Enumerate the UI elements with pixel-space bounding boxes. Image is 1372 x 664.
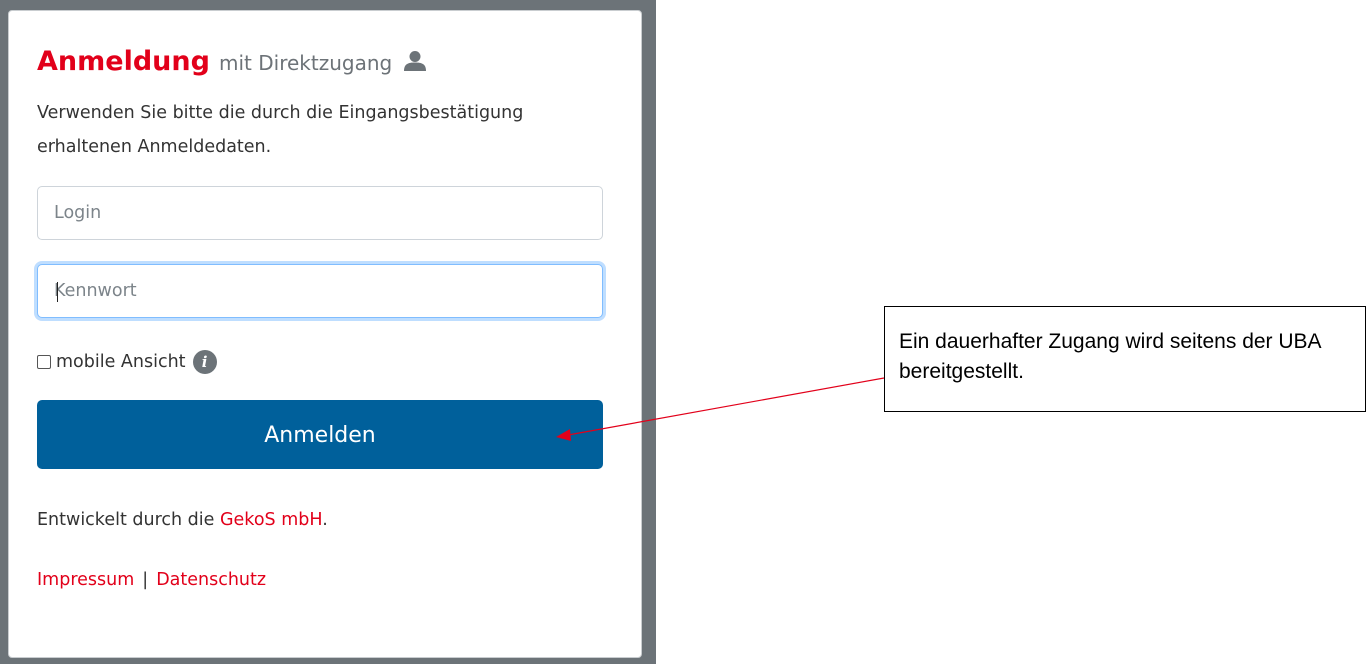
footer-links: Impressum | Datenschutz [37, 570, 266, 590]
link-separator: | [142, 570, 149, 590]
info-icon[interactable]: i [192, 350, 217, 374]
developer-credit: Entwickelt durch die GekoS mbH. [37, 510, 328, 530]
mobile-view-option: mobile Ansicht i [37, 346, 217, 378]
privacy-link[interactable]: Datenschutz [156, 570, 266, 590]
imprint-link[interactable]: Impressum [37, 570, 134, 590]
login-input[interactable] [37, 186, 603, 240]
login-button[interactable]: Anmelden [37, 400, 603, 469]
developer-link[interactable]: GekoS mbH [220, 510, 322, 530]
text-caret [57, 282, 58, 302]
intro-text: Verwenden Sie bitte die durch die Eingan… [37, 103, 524, 157]
login-title: Anmeldung mit Direktzugang [37, 42, 427, 87]
title-main: Anmeldung [37, 46, 210, 77]
mobile-view-checkbox[interactable] [37, 355, 51, 369]
mobile-view-label[interactable]: mobile Ansicht [56, 352, 186, 372]
user-icon [403, 47, 427, 87]
title-sub: mit Direktzugang [219, 51, 393, 75]
annotation-callout: Ein dauerhafter Zugang wird seitens der … [884, 306, 1366, 412]
developer-suffix: . [322, 510, 328, 530]
developer-prefix: Entwickelt durch die [37, 510, 215, 530]
password-input[interactable] [37, 264, 603, 318]
